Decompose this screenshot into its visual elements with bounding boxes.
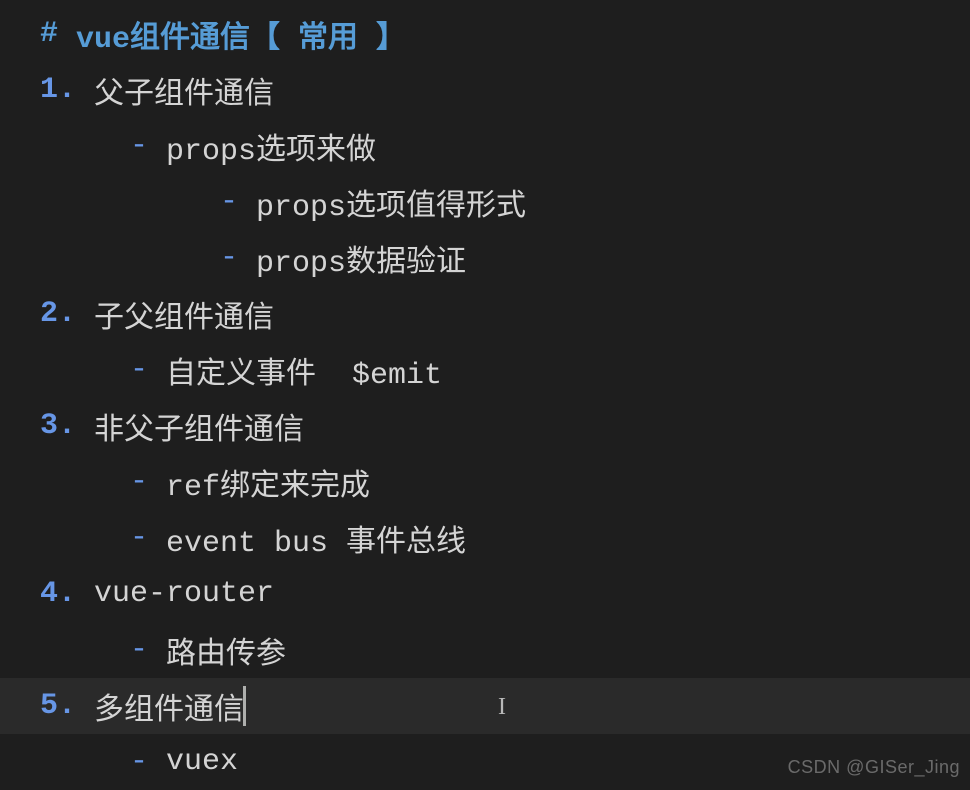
heading-hash: # [40,17,58,51]
list-item-3: 3. 非父子组件通信 [0,398,970,454]
list-dot: . [58,577,94,611]
list-number: 2 [40,297,58,331]
list-dot: . [58,689,94,723]
list-label: 非父子组件通信 [94,404,304,449]
list-sublabel: ref绑定来完成 [166,460,370,505]
list-subitem: - 自定义事件 $emit [0,342,970,398]
list-subsublabel: props选项值得形式 [256,180,526,225]
list-label: vue-router [94,577,274,611]
bullet-icon: - [130,745,166,779]
bullet-icon: - [130,521,166,555]
list-dot: . [58,409,94,443]
list-number: 4 [40,577,58,611]
list-sublabel: 自定义事件 $emit [166,348,442,393]
heading-line: # vue组件通信【 常用 】 [0,6,970,62]
list-item-4: 4. vue-router [0,566,970,622]
list-subsubitem: - props数据验证 [0,230,970,286]
bullet-icon: - [130,633,166,667]
list-subitem: - ref绑定来完成 [0,454,970,510]
bullet-icon: - [220,241,256,275]
list-subitem: - props选项来做 [0,118,970,174]
list-subsublabel: props数据验证 [256,236,466,281]
list-subitem: - 路由传参 [0,622,970,678]
heading-text: vue组件通信【 常用 】 [58,12,406,57]
list-sublabel: 路由传参 [166,628,286,673]
list-dot: . [58,297,94,331]
list-subitem: - event bus 事件总线 [0,510,970,566]
bullet-icon: - [130,129,166,163]
list-number: 5 [40,689,58,723]
list-number: 3 [40,409,58,443]
list-item-2: 2. 子父组件通信 [0,286,970,342]
watermark: CSDN @GISer_Jing [788,757,960,778]
bullet-icon: - [220,185,256,219]
list-sublabel: props选项来做 [166,124,376,169]
bullet-icon: - [130,465,166,499]
list-label: 多组件通信 [94,684,244,729]
text-cursor [243,686,246,726]
list-dot: . [58,73,94,107]
list-sublabel: vuex [166,745,238,779]
list-label: 父子组件通信 [94,68,274,113]
bullet-icon: - [130,353,166,387]
list-sublabel: event bus 事件总线 [166,516,466,561]
list-item-1: 1. 父子组件通信 [0,62,970,118]
ibeam-cursor-icon: I [498,694,506,721]
list-label: 子父组件通信 [94,292,274,337]
list-number: 1 [40,73,58,107]
list-item-5[interactable]: 5. 多组件通信 [0,678,970,734]
list-subsubitem: - props选项值得形式 [0,174,970,230]
